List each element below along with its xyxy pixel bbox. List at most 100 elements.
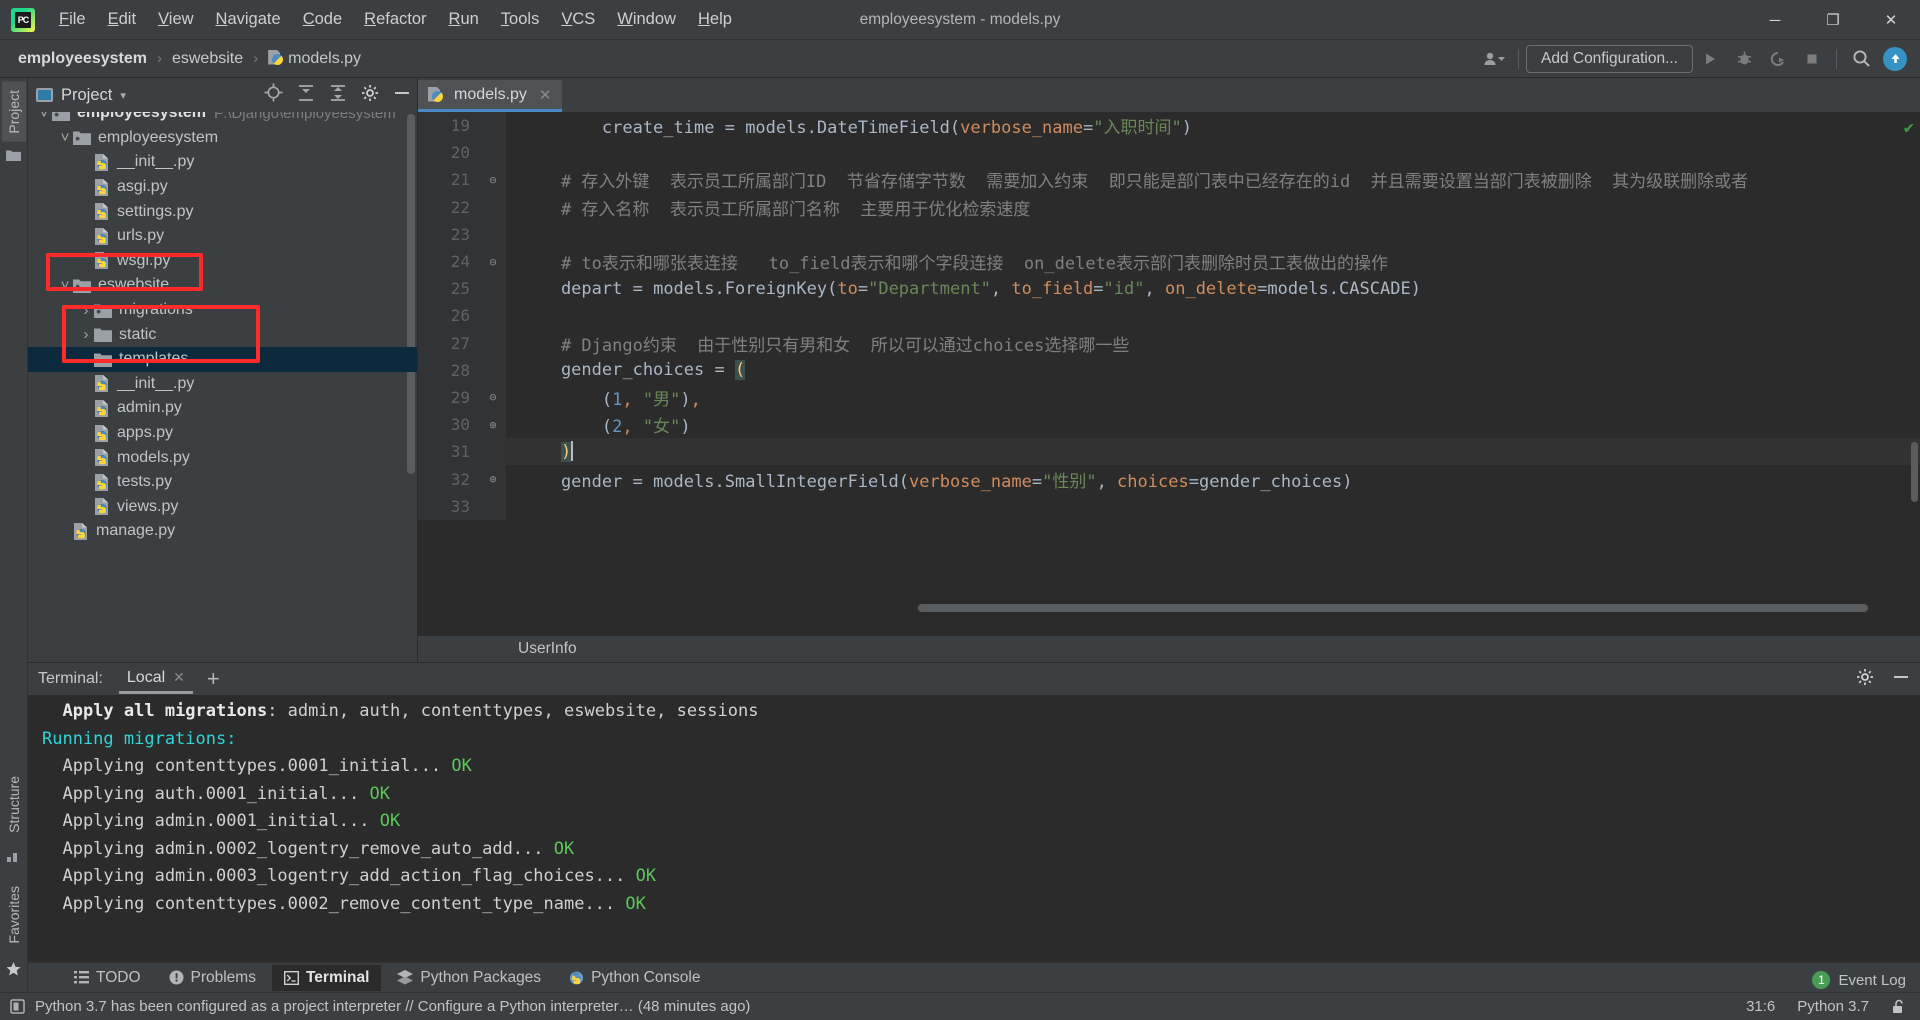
- menu-window[interactable]: Window: [607, 6, 686, 33]
- tree-item-models-py[interactable]: models.py: [28, 445, 417, 470]
- breadcrumb-item-file[interactable]: models.py: [264, 48, 365, 70]
- breadcrumb-item-eswebsite[interactable]: eswebsite: [168, 48, 247, 70]
- code-line-26[interactable]: 26: [418, 302, 1920, 330]
- run-icon[interactable]: [1693, 44, 1727, 74]
- caret-position[interactable]: 31:6: [1746, 998, 1775, 1015]
- tree-item-employeesystem[interactable]: ˅ employeesystem: [28, 126, 417, 151]
- tree-item-templates[interactable]: templates: [28, 346, 417, 372]
- editor-tab-models-py[interactable]: models.py ✕: [418, 80, 562, 112]
- close-icon[interactable]: ✕: [539, 86, 552, 104]
- inspection-status-icon[interactable]: ✔: [1904, 118, 1914, 138]
- terminal-output[interactable]: Apply all migrations: admin, auth, conte…: [28, 695, 1920, 962]
- close-button[interactable]: ✕: [1862, 0, 1920, 40]
- code-line-29[interactable]: 29 ⊖ (1, "男"),: [418, 383, 1920, 412]
- code-fold-toggle[interactable]: ⊖: [480, 383, 506, 412]
- tree-item-tests-py[interactable]: tests.py: [28, 470, 417, 495]
- add-configuration-button[interactable]: Add Configuration...: [1525, 44, 1693, 73]
- new-terminal-button[interactable]: +: [207, 666, 220, 692]
- tree-item-migrations[interactable]: › migrations: [28, 298, 417, 323]
- tree-item-eswebsite[interactable]: ˅ eswebsite: [28, 273, 417, 298]
- breadcrumb-item-project[interactable]: employeesystem: [14, 48, 151, 70]
- event-log-row[interactable]: 1 Event Log: [1812, 968, 1906, 992]
- menu-code[interactable]: Code: [293, 6, 352, 33]
- locate-icon[interactable]: [264, 83, 283, 107]
- code-line-25[interactable]: 25 depart = models.ForeignKey(to="Depart…: [418, 275, 1920, 303]
- chevron-right-icon[interactable]: ›: [78, 302, 94, 319]
- gear-icon[interactable]: [1856, 668, 1874, 691]
- editor-breadcrumb[interactable]: UserInfo: [418, 636, 1920, 662]
- code-line-21[interactable]: 21 ⊖ # 存入外键 表示员工所属部门ID 节省存储字节数 需要加入约束 即只能…: [418, 166, 1920, 194]
- chevron-down-icon[interactable]: ˅: [36, 112, 52, 122]
- code-line-32[interactable]: 32 ⊕ gender = models.SmallIntegerField(ve…: [418, 465, 1920, 493]
- search-everywhere-icon[interactable]: [1844, 44, 1878, 74]
- tree-item-apps-py[interactable]: apps.py: [28, 421, 417, 446]
- close-icon[interactable]: ✕: [173, 669, 185, 686]
- tool-tab-problems[interactable]: Problems: [157, 965, 268, 991]
- code-line-33[interactable]: 33: [418, 492, 1920, 520]
- minimize-button[interactable]: ─: [1746, 0, 1804, 40]
- tree-item-static[interactable]: › static: [28, 322, 417, 347]
- editor-vertical-scrollbar[interactable]: [1911, 442, 1918, 502]
- terminal-tab-local[interactable]: Local ✕: [118, 665, 193, 694]
- update-project-icon[interactable]: [1878, 44, 1912, 74]
- interpreter-indicator[interactable]: Python 3.7: [1797, 998, 1869, 1015]
- tree-item-admin-py[interactable]: admin.py: [28, 396, 417, 421]
- code-line-24[interactable]: 24 ⊖ # to表示和哪张表连接 to_field表示和哪个字段连接 on_de…: [418, 247, 1920, 276]
- hide-panel-icon[interactable]: [1892, 668, 1910, 691]
- tool-tab-todo[interactable]: TODO: [62, 965, 153, 991]
- code-fold-toggle[interactable]: ⊖: [480, 247, 506, 276]
- chevron-down-icon[interactable]: ▾: [120, 89, 126, 102]
- tool-tab-python-console[interactable]: Python Console: [557, 965, 712, 991]
- tool-tab-python-packages[interactable]: Python Packages: [385, 965, 553, 991]
- maximize-button[interactable]: ❐: [1804, 0, 1862, 40]
- tree-item-settings-py[interactable]: settings.py: [28, 199, 417, 224]
- gear-icon[interactable]: [361, 84, 379, 107]
- code-fold-toggle[interactable]: ⊕: [480, 465, 506, 493]
- stop-icon[interactable]: [1795, 44, 1829, 74]
- code-line-31[interactable]: 31 ): [418, 438, 1920, 466]
- code-line-22[interactable]: 22 # 存入名称 表示员工所属部门名称 主要用于优化检索速度: [418, 193, 1920, 221]
- tool-tab-terminal[interactable]: Terminal: [271, 964, 382, 991]
- notification-icon[interactable]: [10, 999, 25, 1014]
- menu-edit[interactable]: Edit: [98, 6, 146, 33]
- code-line-20[interactable]: 20: [418, 139, 1920, 167]
- chevron-down-icon[interactable]: ˅: [57, 129, 73, 146]
- code-line-23[interactable]: 23: [418, 220, 1920, 248]
- hide-panel-icon[interactable]: [393, 84, 411, 107]
- expand-all-icon[interactable]: [297, 84, 315, 107]
- code-fold-toggle[interactable]: ⊕: [480, 411, 506, 439]
- tree-item-asgi-py[interactable]: asgi.py: [28, 175, 417, 200]
- menu-help[interactable]: Help: [688, 6, 742, 33]
- code-fold-toggle[interactable]: ⊖: [480, 166, 506, 194]
- collapse-all-icon[interactable]: [329, 84, 347, 107]
- menu-view[interactable]: View: [148, 6, 203, 33]
- unlocked-icon[interactable]: [1891, 999, 1906, 1015]
- code-line-30[interactable]: 30 ⊕ (2, "女"): [418, 411, 1920, 439]
- event-log-label[interactable]: Event Log: [1838, 972, 1906, 989]
- editor-horizontal-scrollbar[interactable]: [918, 604, 1868, 612]
- tool-window-project[interactable]: Project: [1, 82, 26, 142]
- menu-file[interactable]: File: [49, 6, 96, 33]
- code-line-28[interactable]: 28 gender_choices = (: [418, 356, 1920, 384]
- menu-tools[interactable]: Tools: [491, 6, 550, 33]
- menu-vcs[interactable]: VCS: [551, 6, 605, 33]
- user-avatar-icon[interactable]: [1477, 44, 1511, 74]
- menu-run[interactable]: Run: [439, 6, 489, 33]
- project-tree[interactable]: ˅ employeesystem F:\Django\employeesystem ˅…: [28, 112, 417, 662]
- code-line-27[interactable]: 27 # Django约束 由于性别只有男和女 所以可以通过choices选择哪…: [418, 329, 1920, 357]
- tool-window-structure[interactable]: Structure: [2, 768, 26, 841]
- tree-item-employeesystem[interactable]: ˅ employeesystem F:\Django\employeesystem: [28, 112, 417, 126]
- tree-item-urls-py[interactable]: urls.py: [28, 224, 417, 249]
- status-message[interactable]: Python 3.7 has been configured as a proj…: [35, 998, 750, 1015]
- tree-item-init-py[interactable]: __init__.py: [28, 372, 417, 397]
- tool-window-favorites[interactable]: Favorites: [2, 878, 26, 952]
- menu-refactor[interactable]: Refactor: [354, 6, 436, 33]
- chevron-right-icon[interactable]: ›: [78, 326, 94, 343]
- tree-item-manage-py[interactable]: manage.py: [28, 519, 417, 544]
- run-coverage-icon[interactable]: [1761, 44, 1795, 74]
- tree-item-wsgi-py[interactable]: wsgi.py: [28, 249, 417, 274]
- menu-navigate[interactable]: Navigate: [206, 6, 291, 33]
- chevron-down-icon[interactable]: ˅: [57, 277, 73, 294]
- code-editor[interactable]: ✔ 19 create_time = models.DateTimeField(…: [418, 112, 1920, 636]
- debug-icon[interactable]: [1727, 44, 1761, 74]
